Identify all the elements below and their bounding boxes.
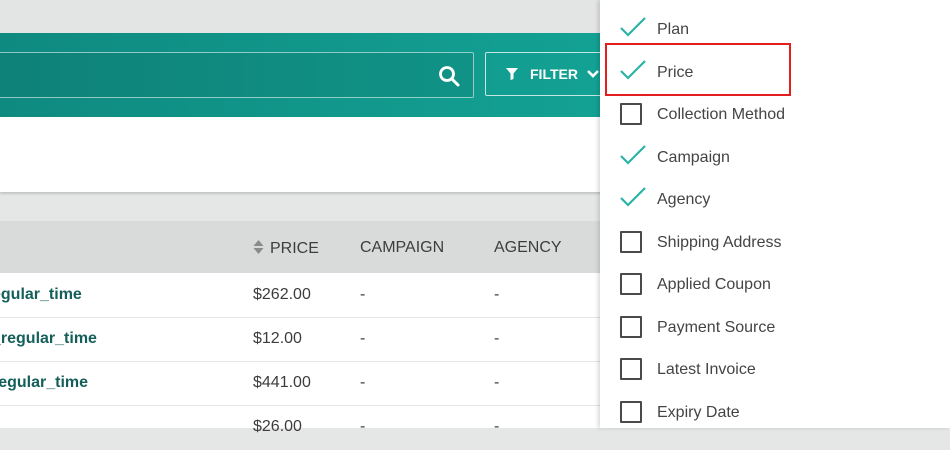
price-cell: $26.00 (253, 418, 302, 435)
search-icon[interactable] (437, 64, 461, 88)
checkbox[interactable] (620, 315, 642, 338)
subscription-link[interactable]: regular_time (0, 374, 88, 392)
column-option[interactable]: Latest Invoice (600, 350, 950, 390)
column-option[interactable]: Collection Method (600, 95, 950, 135)
checkbox[interactable] (620, 400, 642, 423)
column-option-label: Campaign (657, 148, 730, 166)
subscription-link[interactable]: _regular_time (0, 330, 97, 348)
search-input[interactable] (0, 52, 474, 98)
column-option[interactable]: Expiry Date (600, 393, 950, 433)
column-header-campaign[interactable]: CAMPAIGN (360, 239, 444, 257)
column-header-price[interactable]: PRICE (253, 239, 319, 258)
campaign-cell: - (360, 330, 366, 347)
column-option-label: Shipping Address (657, 233, 782, 251)
checkbox[interactable] (620, 230, 642, 253)
column-option-label: Plan (657, 21, 690, 38)
sort-icon[interactable] (253, 239, 264, 255)
price-cell: $262.00 (253, 286, 311, 303)
table-row[interactable]: regular_time $441.00 - - (0, 361, 610, 406)
funnel-icon (506, 68, 518, 80)
table-header: PRICE CAMPAIGN AGENCY (0, 221, 610, 273)
subscriptions-table: PRICE CAMPAIGN AGENCY egular_time $262.0… (0, 221, 610, 450)
filter-label: FILTER (530, 66, 578, 82)
subscription-link[interactable]: egular_time (0, 286, 82, 304)
campaign-cell: - (360, 418, 366, 435)
filter-panel (0, 117, 610, 192)
table-row[interactable]: _regular_time $12.00 - - (0, 317, 610, 362)
price-cell: $441.00 (253, 374, 311, 391)
agency-cell: - (494, 286, 500, 303)
price-cell: $12.00 (253, 330, 302, 347)
campaign-cell: - (360, 286, 366, 303)
search-toolbar: FILTER (0, 33, 615, 117)
column-option[interactable]: Campaign (600, 138, 950, 178)
column-option-label: Collection Method (657, 106, 786, 123)
checkbox[interactable] (620, 358, 642, 380)
filter-button[interactable]: FILTER (485, 52, 615, 96)
column-option-label: Payment Source (657, 318, 776, 336)
column-option[interactable]: Payment Source (600, 308, 950, 348)
agency-cell: - (494, 330, 500, 347)
column-option[interactable]: Agency (600, 180, 950, 220)
checkbox[interactable] (620, 273, 642, 295)
chevron-down-icon (587, 70, 599, 78)
checkbox[interactable] (620, 103, 642, 125)
column-header-agency[interactable]: AGENCY (494, 239, 562, 257)
column-option[interactable]: Shipping Address (600, 223, 950, 263)
check-icon[interactable] (619, 143, 647, 167)
check-icon[interactable] (619, 15, 647, 39)
agency-cell: - (494, 374, 500, 391)
column-option-label: Expiry Date (657, 403, 740, 421)
check-icon[interactable] (619, 185, 647, 209)
agency-cell: - (494, 418, 500, 435)
table-row[interactable]: egular_time $262.00 - - (0, 273, 610, 318)
highlight-box (605, 43, 791, 96)
column-option[interactable]: Applied Coupon (600, 265, 950, 305)
column-option-label: Agency (657, 191, 711, 208)
column-option-label: Latest Invoice (657, 361, 756, 378)
campaign-cell: - (360, 374, 366, 391)
column-option-label: Applied Coupon (657, 276, 771, 293)
